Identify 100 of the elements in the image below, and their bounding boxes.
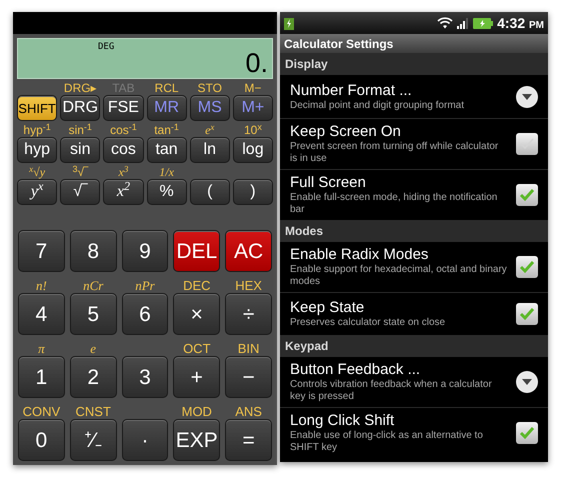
key-button[interactable]: AC	[225, 230, 272, 272]
setting-title: Button Feedback ...	[290, 361, 422, 379]
setting-row[interactable]: Enable Radix Modes Enable support for hexadecimal, octal and binary modes	[280, 242, 548, 292]
key-button[interactable]: log	[232, 137, 273, 163]
key-button[interactable]: −	[225, 356, 272, 398]
checkbox[interactable]	[516, 303, 538, 325]
shift-label: STO	[198, 82, 222, 94]
key-button[interactable]: MR	[146, 95, 187, 121]
key-button[interactable]: 6	[122, 293, 168, 335]
shift-label: e$^{x}$	[205, 124, 214, 136]
signal-icon	[457, 18, 470, 28]
key-button[interactable]: 7	[18, 230, 65, 272]
setting-title: Keep State	[290, 299, 366, 317]
shift-label: cos$^{-1}$	[110, 124, 137, 136]
shift-label: $^{3}$√‾	[72, 166, 88, 178]
checkbox[interactable]	[516, 133, 538, 155]
setting-summary: Enable support for hexadecimal, octal and binary modes	[290, 264, 508, 288]
key-button[interactable]: 5	[70, 293, 117, 335]
dropdown-icon[interactable]	[516, 86, 538, 108]
checkbox[interactable]	[516, 256, 538, 278]
key-button[interactable]: +	[173, 356, 220, 398]
shift-label: nPr	[135, 279, 155, 292]
shift-label: π	[38, 342, 45, 355]
key-button[interactable]: ·	[122, 419, 168, 461]
key-button[interactable]: hyp	[17, 137, 58, 163]
key-button[interactable]: 1	[18, 356, 65, 398]
setting-row[interactable]: Button Feedback ... Controls vibration feedback when a calculator key is pressed	[280, 357, 548, 407]
key-button[interactable]: M+	[232, 95, 273, 121]
key-button[interactable]: 2	[70, 356, 117, 398]
display-value: 0.	[245, 50, 268, 77]
shift-label: e	[90, 342, 96, 355]
key-button[interactable]: MS	[190, 95, 230, 121]
key-button[interactable]: 3	[122, 356, 168, 398]
angle-mode: DEG	[98, 41, 114, 54]
setting-summary: Preserves calculator state on close	[290, 317, 446, 329]
setting-row[interactable]: Keep Screen On Prevent screen from turning off while calculator is in use	[280, 118, 548, 169]
setting-row[interactable]: Number Format ... Decimal point and digit grouping format	[280, 75, 548, 118]
key-button[interactable]: ⁺∕₋	[70, 419, 117, 461]
shift-label: sin$^{-1}$	[68, 124, 92, 136]
shift-label: CNST	[76, 405, 111, 418]
key-button[interactable]: EXP	[173, 419, 220, 461]
key-button[interactable]: cos	[103, 137, 144, 163]
shift-label: OCT	[183, 342, 211, 355]
shift-label: x$^{3}$	[118, 166, 128, 178]
battery-icon	[473, 18, 494, 28]
key-button[interactable]: DEL	[173, 230, 220, 272]
setting-title: Number Format ...	[290, 82, 413, 100]
key-button[interactable]: %	[146, 179, 187, 205]
shift-label: HEX	[235, 279, 262, 292]
key-button[interactable]: 0	[18, 419, 65, 461]
key-button[interactable]: =	[225, 419, 272, 461]
shift-label: 10$^{x}$	[244, 124, 262, 136]
key-button[interactable]: FSE	[103, 95, 144, 121]
setting-row[interactable]: Long Click Shift Enable use of long-click as an alternative to SHIFT key	[280, 407, 548, 458]
shift-label: M−	[244, 82, 262, 94]
key-button[interactable]: (	[190, 179, 230, 205]
key-button[interactable]: 4	[18, 293, 65, 335]
checkbox[interactable]	[516, 422, 538, 444]
clock: 4:32 PM	[497, 14, 544, 32]
check-icon	[519, 426, 535, 440]
key-button[interactable]: 8	[70, 230, 117, 272]
key-button[interactable]: tan	[146, 137, 187, 163]
key-button[interactable]: x$^{2}$	[103, 179, 144, 205]
setting-title: Long Click Shift	[290, 412, 396, 430]
setting-title: Enable Radix Modes	[290, 246, 430, 264]
shift-label: MOD	[182, 405, 212, 418]
key-button[interactable]: ×	[173, 293, 220, 335]
shift-label: BIN	[238, 342, 260, 355]
shift-label: 1/x	[159, 166, 174, 178]
key-button[interactable]: sin	[60, 137, 100, 163]
wifi-icon	[437, 17, 454, 29]
key-button[interactable]: DRG	[60, 95, 100, 121]
shift-label: n!	[36, 279, 47, 292]
setting-summary: Enable full-screen mode, hiding the notification bar	[290, 192, 498, 216]
key-button[interactable]: SHIFT	[17, 95, 58, 121]
shift-label: DEC	[183, 279, 211, 292]
battery-charging-icon	[284, 16, 294, 30]
setting-title: Keep Screen On	[290, 123, 402, 141]
key-button[interactable]: ln	[190, 137, 230, 163]
key-button[interactable]: √‾	[60, 179, 100, 205]
key-button[interactable]: y$^{x}$	[17, 179, 58, 205]
key-button[interactable]: ÷	[225, 293, 272, 335]
setting-summary: Controls vibration feedback when a calculator key is pressed	[290, 379, 493, 403]
shift-label: tan$^{-1}$	[154, 124, 179, 136]
setting-summary: Enable use of long-click as an alternative to SHIFT key	[290, 430, 484, 454]
check-icon	[519, 188, 535, 202]
section-title: Modes	[285, 223, 324, 240]
key-button[interactable]: 9	[122, 230, 168, 272]
screen-title: Calculator Settings	[284, 36, 394, 52]
shift-label: hyp$^{-1}$	[23, 124, 51, 136]
shift-label: nCr	[83, 279, 104, 292]
section-title: Keypad	[285, 338, 328, 355]
shift-label: CONV	[22, 405, 60, 418]
shift-label: $^{x}$√y	[29, 166, 46, 178]
checkbox[interactable]	[516, 184, 538, 206]
shift-label: RCL	[154, 82, 179, 94]
check-icon	[519, 260, 535, 274]
shift-label: DRG▸	[64, 82, 97, 94]
key-button[interactable]: )	[232, 179, 273, 205]
dropdown-icon[interactable]	[516, 371, 538, 393]
